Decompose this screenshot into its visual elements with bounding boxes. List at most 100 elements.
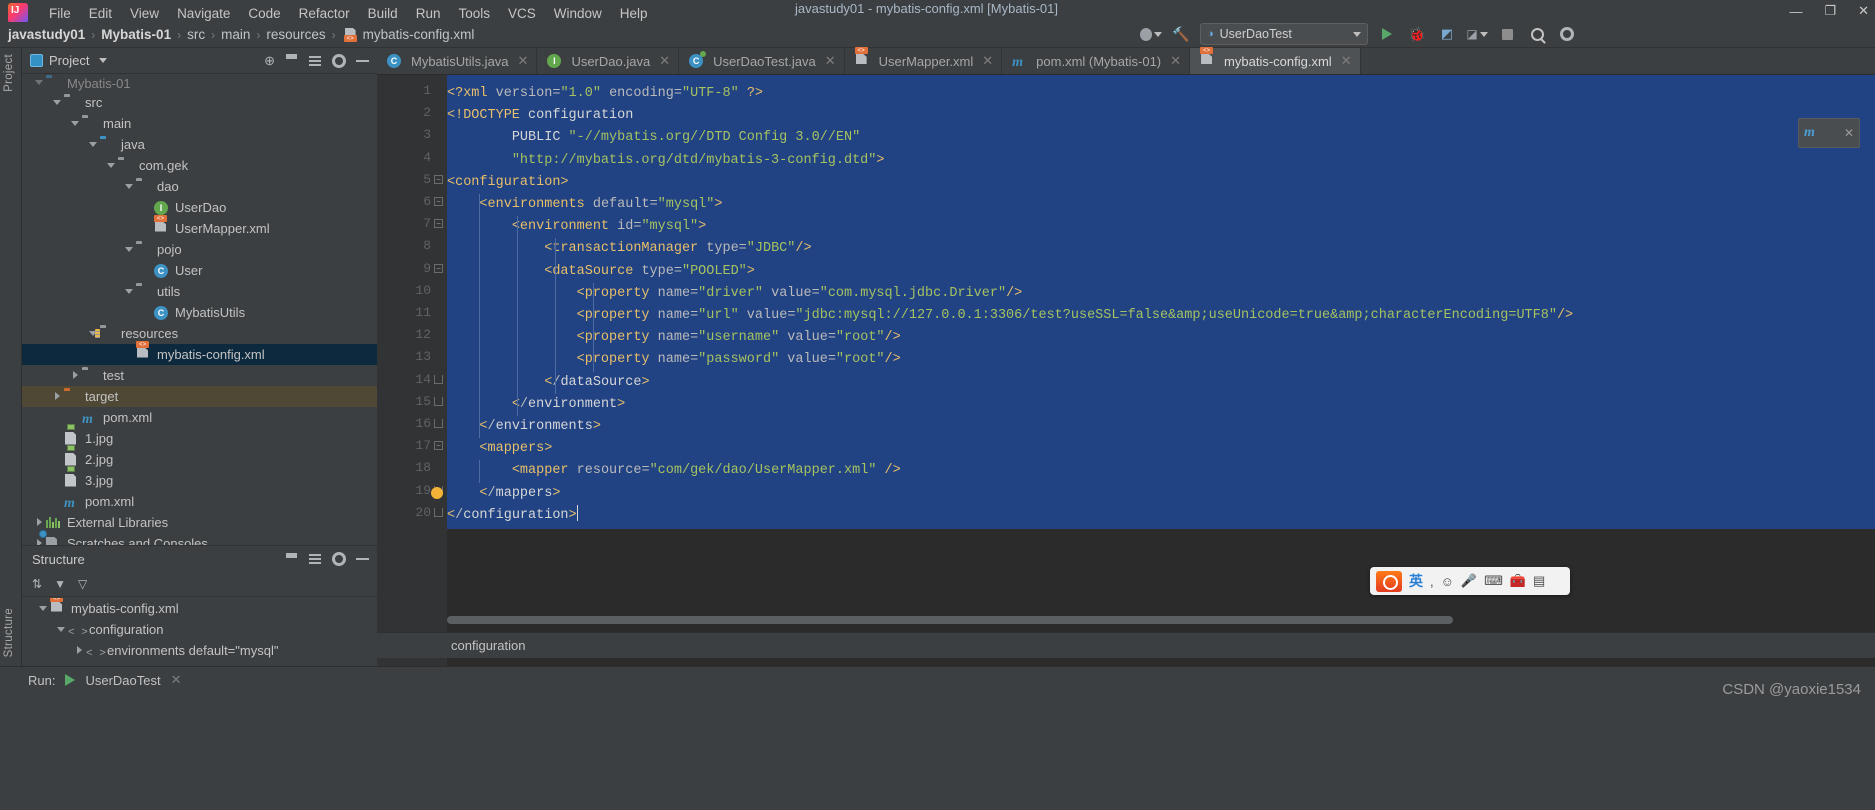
code-fold-toggle[interactable]: − [434,263,443,273]
coverage-button[interactable]: ◩ [1436,23,1458,45]
collapse-all-icon[interactable] [308,553,322,565]
project-tree-item[interactable]: Mybatis-01 [22,74,377,92]
hide-icon[interactable] [356,59,369,62]
menu-run[interactable]: Run [407,4,450,23]
code-fold-toggle[interactable]: − [434,197,443,206]
close-icon[interactable]: ✕ [518,53,529,69]
code-line[interactable]: <environment id="mysql"> [447,216,706,238]
settings-icon[interactable] [1556,23,1578,45]
expand-icon[interactable] [308,55,322,67]
editor-tab-userdao-java[interactable]: I UserDao.java ✕ [537,48,680,74]
chevron-down-icon[interactable] [124,286,136,298]
breadcrumb-resources[interactable]: resources [266,27,325,42]
project-tree-item[interactable]: test [22,365,377,386]
menu-refactor[interactable]: Refactor [290,4,359,23]
menu-help[interactable]: Help [611,4,657,23]
user-icon[interactable] [1140,23,1162,45]
close-icon[interactable]: ✕ [1844,126,1854,140]
chevron-down-icon[interactable] [106,160,118,172]
maximize-button[interactable]: ❐ [1824,3,1836,19]
intention-bulb-icon[interactable] [431,486,443,499]
code-line[interactable]: <property name="password" value="root"/> [447,349,901,371]
sogou-icon[interactable] [1376,570,1402,592]
menu-view[interactable]: View [121,4,168,23]
structure-tree[interactable]: <> mybatis-config.xml < > configuration < > e… [22,598,377,667]
code-line[interactable]: </environments> [447,416,601,438]
chevron-right-icon[interactable] [52,391,64,403]
run-configuration-selector[interactable]: ◑ UserDaoTest [1200,23,1368,45]
comma-icon[interactable]: , [1430,574,1434,589]
code-fold-toggle[interactable] [434,374,443,384]
gear-icon[interactable] [332,53,346,68]
run-tab-userdaotest[interactable]: UserDaoTest [85,673,160,688]
project-tree-item[interactable]: 2.jpg [22,445,377,470]
scrollbar-thumb[interactable] [447,616,1453,624]
chevron-down-icon[interactable] [52,97,64,109]
project-tree-item[interactable]: m pom.xml [22,491,377,512]
project-tree-item[interactable]: src [22,92,377,113]
close-icon[interactable]: ✕ [1170,53,1181,69]
code-line[interactable]: </mappers> [447,483,560,505]
breadcrumb-mybatis-config-xml[interactable]: mybatis-config.xml [363,27,475,42]
tool-window-project-label[interactable]: Project [3,54,15,92]
code-line[interactable]: <environments default="mysql"> [447,194,722,216]
code-line[interactable]: <?xml version="1.0" encoding="UTF-8" ?> [447,83,763,105]
chevron-down-icon[interactable] [124,244,136,256]
sort-alphabetically-icon[interactable]: ⇅ [32,577,42,591]
project-tree-item[interactable]: target [22,386,377,407]
keyboard-icon[interactable]: ⌨ [1484,573,1503,589]
breadcrumb-main[interactable]: main [221,27,250,42]
maven-notification-popup[interactable]: m ✕ [1798,118,1860,148]
menu-window[interactable]: Window [545,4,611,23]
editor-breadcrumb-configuration[interactable]: configuration [451,638,525,653]
stop-button[interactable] [1496,23,1518,45]
chevron-down-icon[interactable] [34,77,46,89]
structure-tree-item[interactable]: < > environments default="mysql" [22,640,377,661]
run-button[interactable] [1376,23,1398,45]
code-line[interactable]: <mappers> [447,438,552,460]
ime-mode-label[interactable]: 英 [1409,571,1423,591]
show-fields-icon[interactable]: ▽ [78,577,87,591]
code-fold-toggle[interactable]: − [434,441,443,451]
collapse-all-icon[interactable] [285,54,298,67]
chevron-down-icon[interactable] [88,139,100,151]
project-tree-item[interactable]: Scratches and Consoles [22,529,377,545]
project-tree-item[interactable]: I UserDao [22,197,377,218]
gear-icon[interactable] [332,552,346,566]
code-content[interactable]: <?xml version="1.0" encoding="UTF-8" ?> <… [447,75,1875,666]
toolbox-icon[interactable]: 🧰 [1510,573,1526,589]
chevron-right-icon[interactable] [34,538,46,545]
editor-gutter[interactable]: 1 2 3 4 5 6 7 8 9 10 11 12 13 14 15 16 17 18 19 20 [377,75,439,666]
code-line[interactable]: PUBLIC "-//mybatis.org//DTD Config 3.0//… [447,127,860,149]
minimize-button[interactable]: — [1789,4,1802,19]
close-icon[interactable]: ✕ [982,53,993,69]
code-fold-toggle[interactable] [434,419,443,428]
close-icon[interactable]: ✕ [1341,53,1352,69]
mic-icon[interactable]: 🎤 [1461,573,1477,589]
smiley-icon[interactable]: ☺ [1441,574,1454,589]
editor-tab-usermapper-xml[interactable]: <> UserMapper.xml ✕ [845,47,1003,74]
code-line[interactable]: <dataSource type="POOLED"> [447,261,755,283]
menu-navigate[interactable]: Navigate [168,4,239,23]
code-line[interactable]: <configuration> [447,172,569,194]
code-line[interactable]: <property name="username" value="root"/> [447,327,901,349]
structure-tree-item[interactable]: < > configuration [22,619,377,640]
project-tree-item[interactable]: com.gek [22,155,377,176]
code-fold-toggle[interactable] [434,396,443,406]
sogou-ime-bar[interactable]: 英 , ☺ 🎤 ⌨ 🧰 ▤ [1370,567,1570,595]
close-icon[interactable]: ✕ [171,672,182,688]
project-tree-item[interactable]: <> UserMapper.xml [22,214,377,239]
chevron-down-icon[interactable] [124,181,136,193]
editor-tab-pom-xml-mybatis-01[interactable]: m pom.xml (Mybatis-01) ✕ [1002,48,1191,74]
project-tree-item[interactable]: 3.jpg [22,466,377,491]
chevron-right-icon[interactable] [70,370,82,382]
chevron-right-icon[interactable] [74,645,86,657]
code-line[interactable]: </environment> [447,394,625,416]
code-line[interactable]: "http://mybatis.org/dtd/mybatis-3-config… [447,150,885,172]
code-line[interactable]: <property name="url" value="jdbc:mysql:/… [447,305,1574,327]
menu-code[interactable]: Code [239,4,289,23]
tool-window-structure-label[interactable]: Structure [3,608,15,657]
menu-tools[interactable]: Tools [449,4,499,23]
code-line[interactable]: <property name="driver" value="com.mysql… [447,283,1023,305]
menu-icon[interactable]: ▤ [1533,573,1545,589]
